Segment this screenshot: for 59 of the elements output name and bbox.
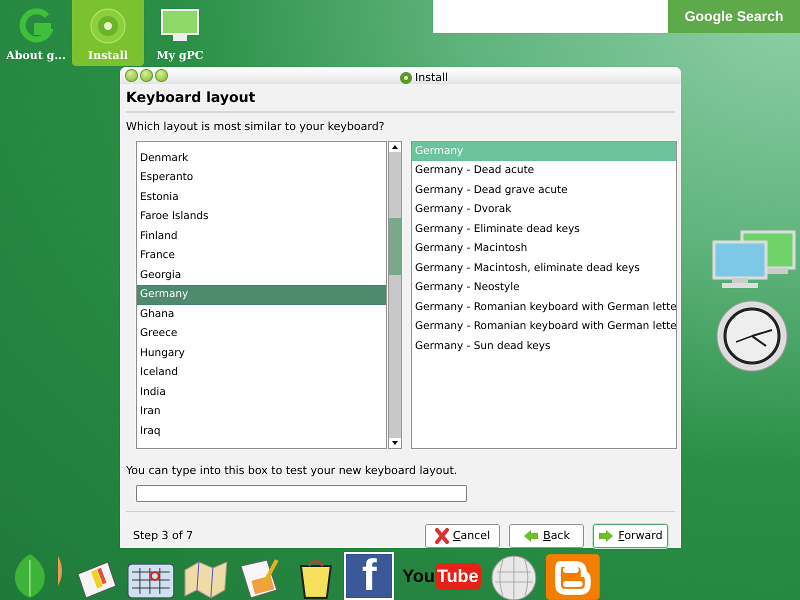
cross-icon — [434, 528, 449, 544]
list-item[interactable]: Germany - Macintosh, eliminate dead keys — [412, 258, 676, 278]
left-arrow-icon — [523, 529, 540, 543]
page-heading: Keyboard layout — [126, 88, 675, 114]
monitor-icon — [161, 9, 199, 43]
question-text: Which layout is most similar to your keyboard? — [126, 119, 386, 136]
window-title: Install — [415, 70, 448, 86]
right-arrow-icon — [598, 529, 614, 543]
list-item[interactable]: Germany - Dead acute — [412, 161, 676, 181]
disc-icon — [90, 8, 126, 44]
disc-icon — [400, 72, 412, 84]
step-text: Step 3 of 7 — [133, 528, 194, 544]
scroll-thumb[interactable] — [389, 218, 401, 275]
scroll-down-icon[interactable] — [389, 438, 401, 448]
computers-icon[interactable] — [712, 228, 796, 290]
list-item[interactable]: Germany — [137, 285, 386, 305]
list-item[interactable]: Ghana — [137, 304, 386, 324]
list-item[interactable]: Estonia — [137, 188, 386, 208]
list-item[interactable]: Iceland — [137, 363, 386, 383]
list-item[interactable]: Germany - Romanian keyboard with German lette — [412, 317, 676, 337]
list-item[interactable]: Germany - Neostyle — [412, 278, 676, 298]
forward-button[interactable]: Forward — [593, 524, 668, 548]
list-item[interactable]: Germany - Eliminate dead keys — [412, 220, 676, 240]
list-item[interactable]: Germany - Macintosh — [412, 239, 676, 259]
back-button[interactable]: Back — [509, 524, 584, 548]
list-item[interactable]: Iraq — [137, 422, 386, 442]
scroll-up-icon[interactable] — [389, 142, 401, 152]
blogger-icon[interactable] — [546, 554, 600, 600]
list-item[interactable]: Faroe Islands — [137, 207, 386, 227]
window-control[interactable] — [125, 69, 138, 82]
list-item[interactable]: Hungary — [137, 344, 386, 364]
list-item[interactable]: Germany - Romanian keyboard with German lette — [412, 298, 676, 318]
youtube-logo[interactable]: YouTube — [402, 556, 481, 596]
list-item[interactable]: Greece — [137, 324, 386, 344]
clock-icon[interactable] — [716, 300, 788, 372]
scrollbar[interactable] — [388, 140, 402, 449]
cancel-button[interactable]: Cancel — [425, 524, 500, 548]
list-item[interactable]: Finland — [137, 226, 386, 246]
letter-g-icon — [19, 8, 53, 44]
desktop-icon[interactable]: My gPC — [144, 0, 216, 66]
list-item[interactable]: Germany - Dvorak — [412, 200, 676, 220]
list-item[interactable]: India — [137, 382, 386, 402]
list-item[interactable]: Denmark — [137, 148, 386, 168]
map-icon[interactable] — [183, 560, 229, 600]
hint-text: You can type into this box to test your new keyboard layout. — [126, 462, 458, 479]
window-control[interactable] — [140, 69, 153, 82]
facebook-logo[interactable]: f — [344, 552, 394, 600]
youtube-logo-text: Tube — [434, 562, 481, 590]
list-item[interactable]: Germany - Sun dead keys — [412, 336, 676, 356]
list-item[interactable]: Germany - Dead grave acute — [412, 180, 676, 200]
list-item[interactable]: Esperanto — [137, 168, 386, 188]
window-control[interactable] — [155, 69, 168, 82]
desktop-icon[interactable]: About g... — [0, 0, 72, 66]
list-item[interactable]: France — [137, 246, 386, 266]
youtube-logo-text: You — [402, 564, 435, 588]
list-item[interactable]: Iran — [137, 402, 386, 422]
list-item[interactable]: Georgia — [137, 266, 386, 286]
search-field[interactable] — [433, 0, 668, 33]
test-input[interactable] — [136, 485, 467, 502]
